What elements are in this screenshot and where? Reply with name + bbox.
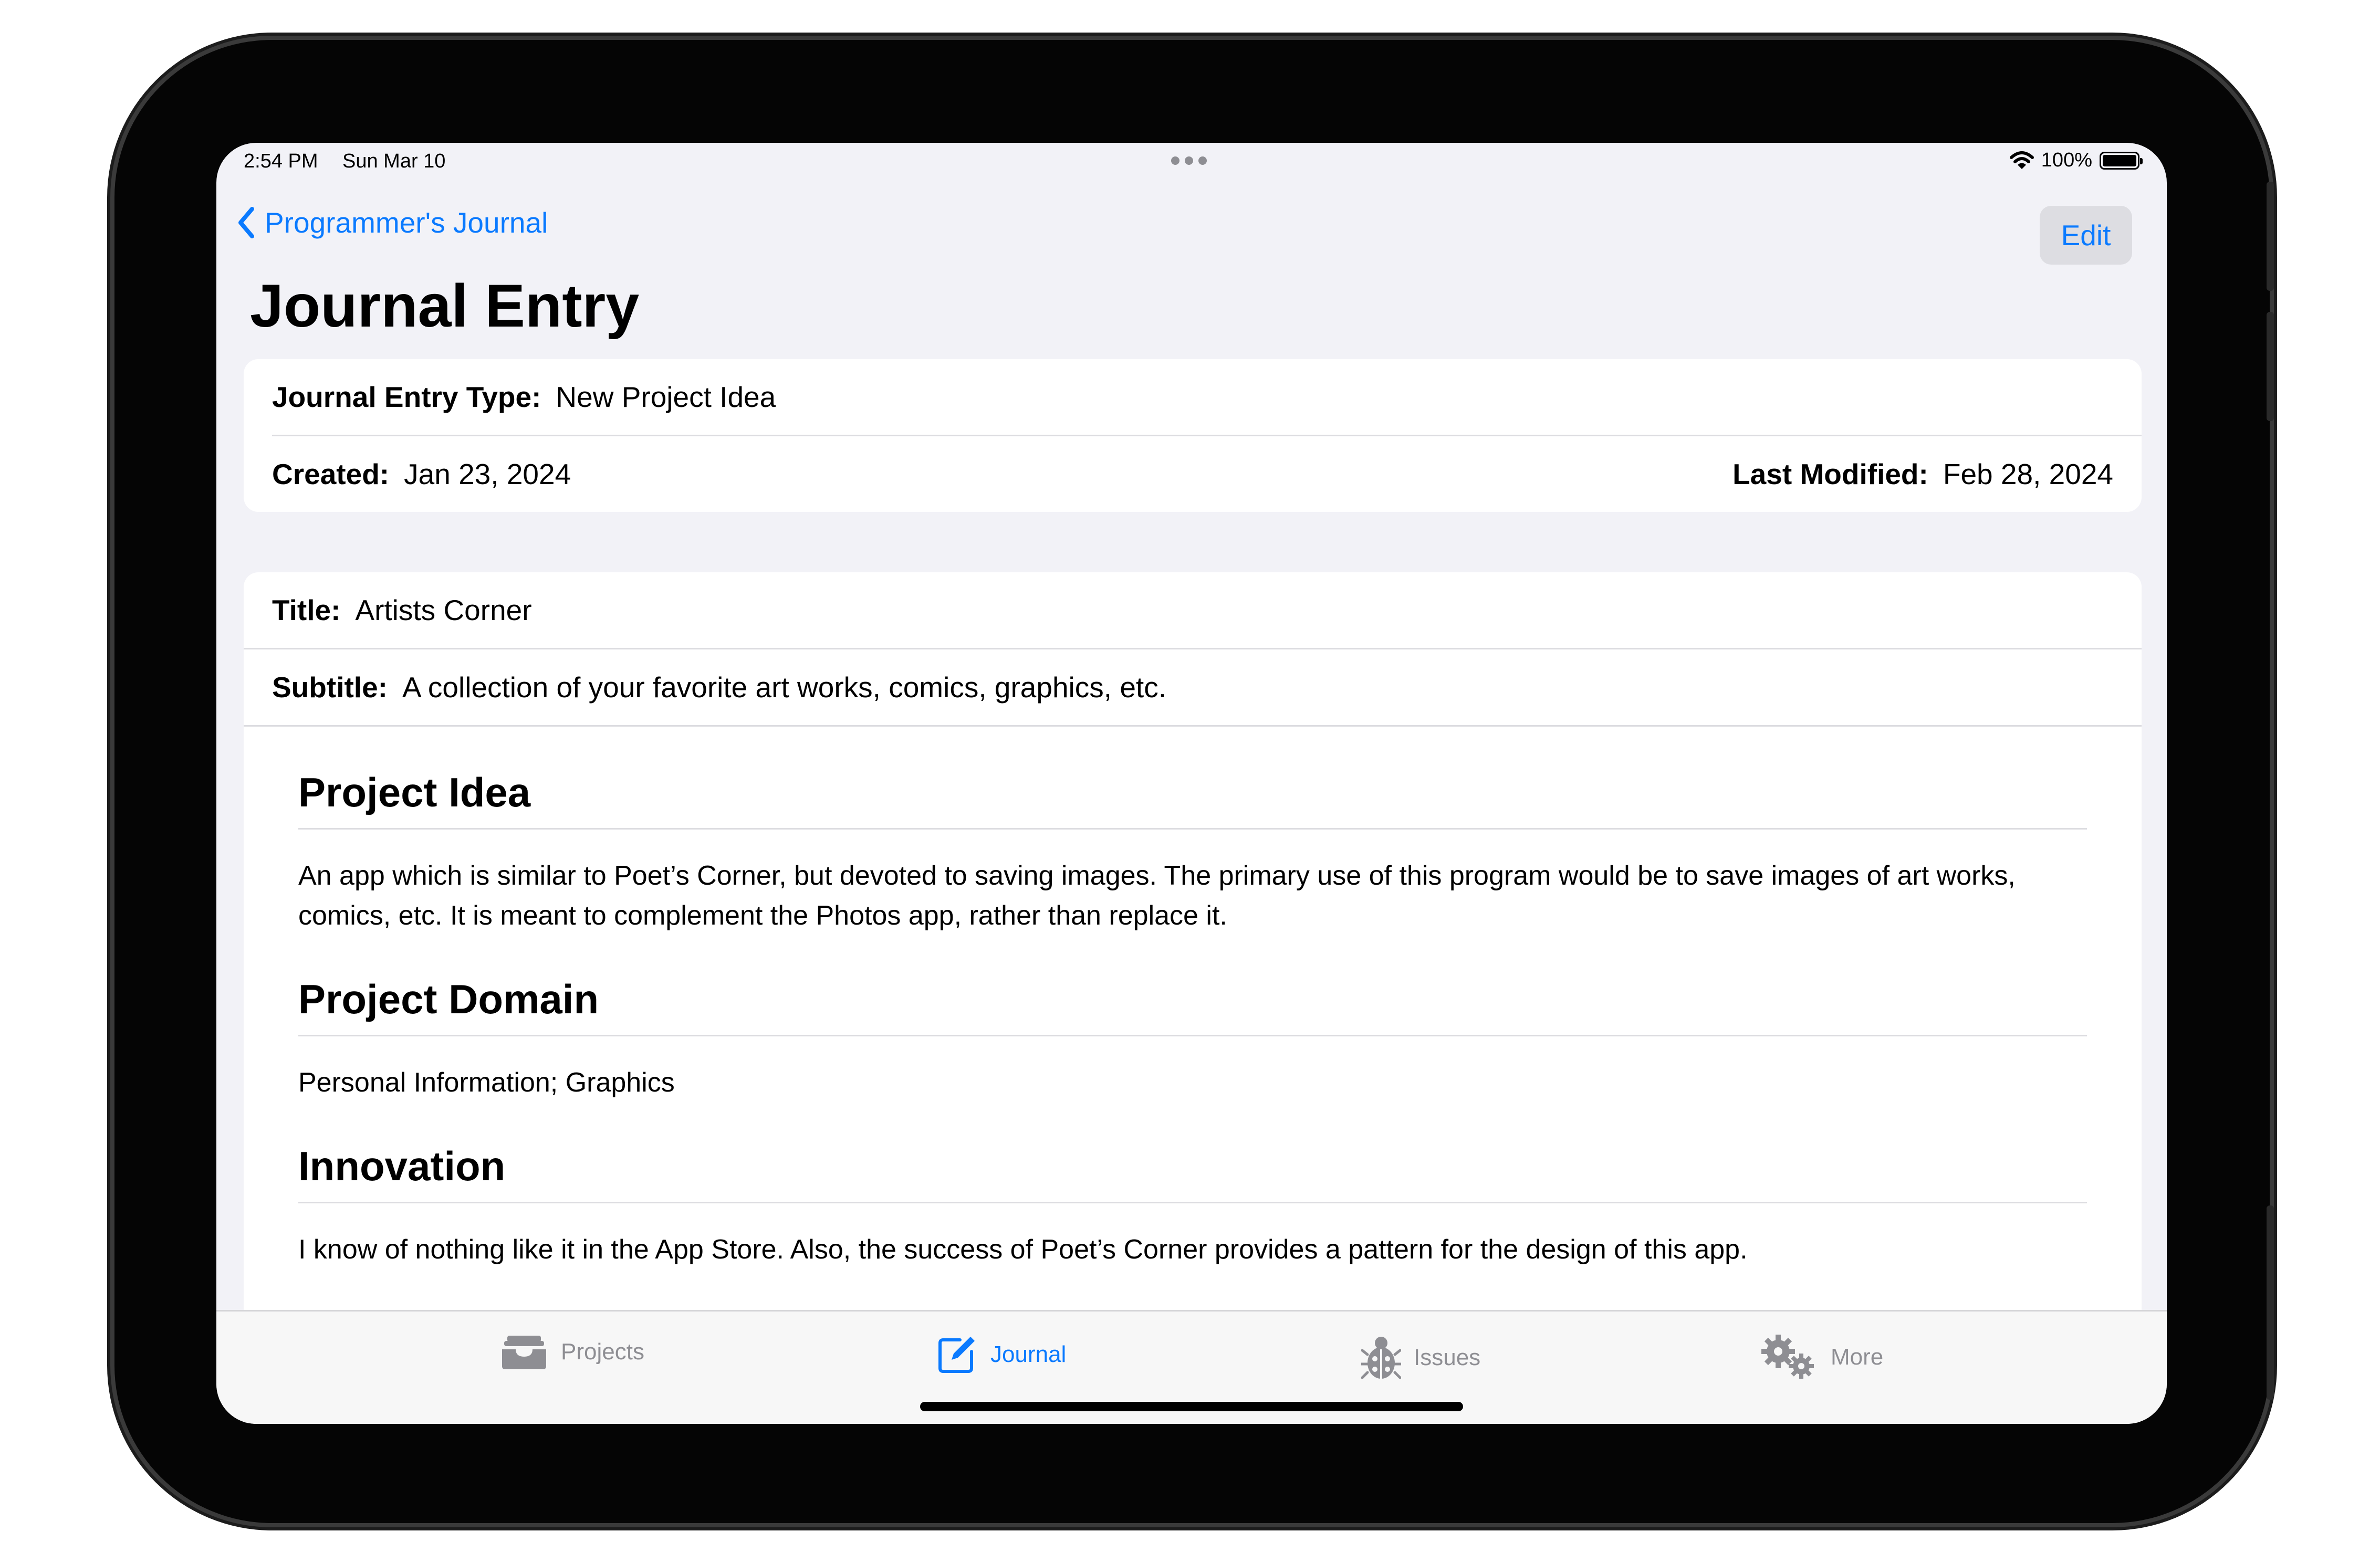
status-bar: 2:54 PM Sun Mar 10 100% <box>216 143 2167 180</box>
tab-journal-label: Journal <box>990 1341 1067 1367</box>
modified-label: Last Modified: <box>1732 458 1928 490</box>
title-row[interactable]: Title: Artists Corner <box>244 572 2142 648</box>
tab-issues-label: Issues <box>1414 1345 1481 1370</box>
subtitle-label: Subtitle: <box>272 671 388 704</box>
tray-icon <box>502 1336 546 1369</box>
modified-value: Feb 28, 2024 <box>1943 458 2113 490</box>
tab-journal[interactable]: Journal <box>936 1334 1066 1376</box>
multitasking-dots-icon[interactable] <box>1171 156 1207 165</box>
battery-icon <box>2100 151 2143 170</box>
tab-issues[interactable]: Issues <box>1361 1334 1480 1382</box>
created-label: Created: <box>272 458 390 490</box>
section-heading-innovation: Innovation <box>298 1142 2087 1203</box>
created-value: Jan 23, 2024 <box>404 458 571 490</box>
edit-button[interactable]: Edit <box>2040 206 2132 265</box>
tab-bar: Projects Journal Issues More <box>216 1310 2167 1424</box>
screen: 2:54 PM Sun Mar 10 100% Programmer's Jou… <box>216 143 2167 1424</box>
volume-up-button <box>2267 182 2274 291</box>
subtitle-row[interactable]: Subtitle: A collection of your favorite … <box>244 649 2142 725</box>
meta-card: Journal Entry Type: New Project Idea Cre… <box>244 359 2142 512</box>
section-text-innovation: I know of nothing like it in the App Sto… <box>298 1234 1748 1265</box>
status-right: 100% <box>2009 149 2143 172</box>
gears-icon <box>1761 1335 1814 1379</box>
back-button-label: Programmer's Journal <box>265 206 548 239</box>
status-time: 2:54 PM <box>244 150 318 172</box>
tab-projects[interactable]: Projects <box>500 1334 644 1370</box>
dates-row: Created: Jan 23, 2024 Last Modified: Feb… <box>244 436 2142 512</box>
title-label: Title: <box>272 594 341 626</box>
subtitle-value: A collection of your favorite art works,… <box>402 671 1166 704</box>
entry-card: Title: Artists Corner Subtitle: A collec… <box>244 572 2142 1424</box>
wifi-icon <box>2009 151 2034 169</box>
section-heading-project-domain: Project Domain <box>298 975 2087 1036</box>
battery-percent: 100% <box>2041 149 2092 171</box>
side-button <box>2267 1205 2274 1400</box>
page-title: Journal Entry <box>250 272 640 340</box>
tab-more-label: More <box>1831 1344 1884 1370</box>
volume-down-button <box>2267 312 2274 421</box>
entry-type-label: Journal Entry Type: <box>272 381 541 413</box>
entry-type-value: New Project Idea <box>556 381 776 413</box>
home-indicator[interactable] <box>920 1402 1463 1411</box>
tab-projects-label: Projects <box>561 1339 644 1365</box>
square-pencil-icon <box>938 1337 975 1373</box>
tab-more[interactable]: More <box>1760 1334 1883 1381</box>
navigation-bar: Programmer's Journal Edit <box>216 195 2167 265</box>
section-text-project-domain: Personal Information; Graphics <box>298 1067 675 1098</box>
section-text-project-idea: An app which is similar to Poet’s Corner… <box>298 861 2016 931</box>
ladybug-icon <box>1361 1337 1401 1379</box>
title-value: Artists Corner <box>355 594 532 626</box>
status-date: Sun Mar 10 <box>342 150 446 172</box>
back-button[interactable]: Programmer's Journal <box>237 206 548 239</box>
entry-type-row[interactable]: Journal Entry Type: New Project Idea <box>244 359 2142 435</box>
entry-body: Project Idea An app which is similar to … <box>244 727 2142 1270</box>
chevron-left-icon <box>238 207 254 238</box>
section-heading-project-idea: Project Idea <box>298 769 2087 830</box>
